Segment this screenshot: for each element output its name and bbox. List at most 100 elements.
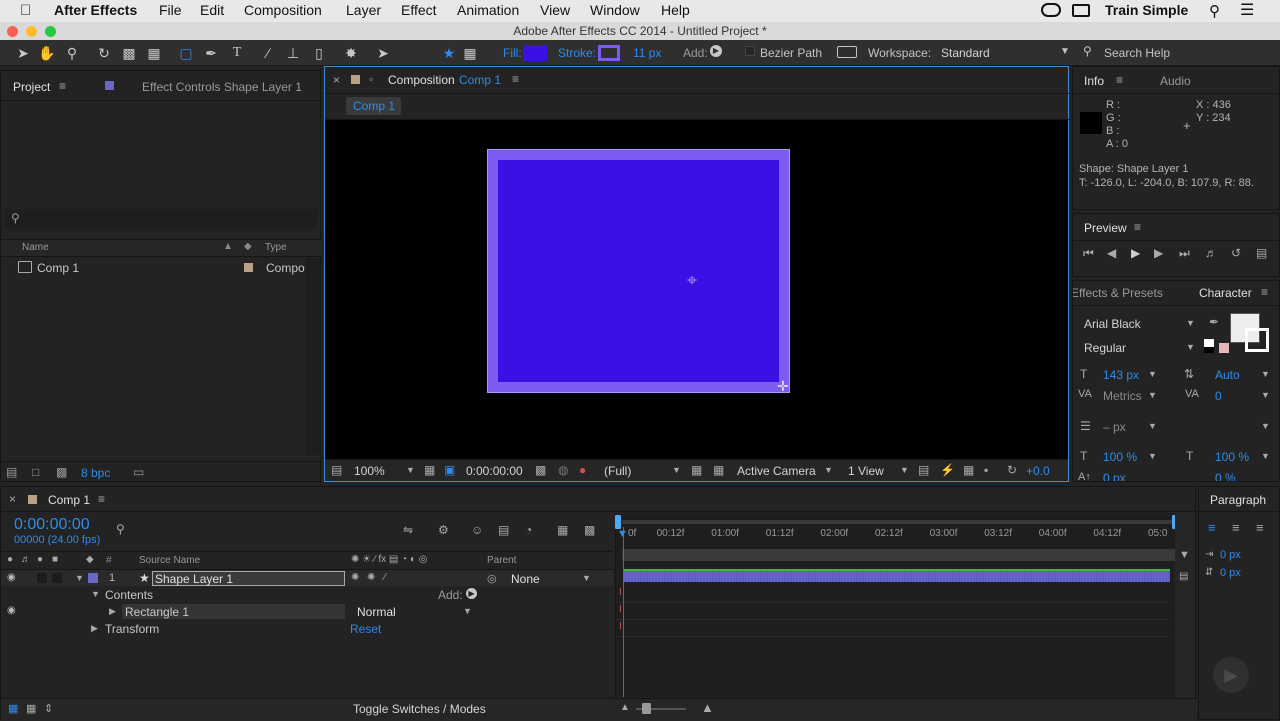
flowchart-icon[interactable]: ▪ [984, 463, 988, 477]
show-snapshot-icon[interactable]: ◍ [558, 463, 568, 477]
sort-up-icon[interactable]: ▲ [223, 241, 233, 252]
stroke-width-dropdown-icon[interactable]: ▼ [1148, 421, 1157, 431]
column-parent[interactable]: Parent [487, 555, 516, 566]
zoom-slider-handle[interactable] [642, 703, 651, 714]
stroke-swatch[interactable] [598, 45, 620, 61]
zoom-out-icon[interactable]: ▲ [620, 702, 630, 713]
tsume-value[interactable]: 0 % [1215, 471, 1236, 481]
tab-info[interactable]: Info [1084, 74, 1104, 88]
first-frame-icon[interactable]: ⏮ [1083, 246, 1094, 261]
resolution-dropdown-icon[interactable]: ▼ [672, 465, 681, 475]
resolution-select[interactable]: (Full) [604, 464, 631, 478]
comp-breadcrumb[interactable]: Comp 1 [346, 97, 401, 115]
font-family-select[interactable]: Arial Black [1084, 317, 1141, 331]
workspace-dropdown-icon[interactable]: ▼ [1060, 46, 1070, 57]
user-name[interactable]: Train Simple [1105, 2, 1188, 18]
eye-visibility-icon[interactable]: ◉ [7, 605, 16, 616]
work-area-start-handle[interactable] [615, 515, 621, 529]
leading-dropdown-icon[interactable]: ▼ [1261, 369, 1270, 379]
layer-options-icon[interactable]: ▤ [1179, 571, 1188, 582]
panel-menu-icon[interactable]: ≡ [1134, 220, 1141, 234]
add-arrow-icon[interactable]: ▶ [710, 45, 722, 57]
hand-tool-icon[interactable]: ✋ [38, 44, 56, 62]
search-help-input[interactable]: Search Help [1104, 46, 1170, 60]
label-color-swatch[interactable] [244, 263, 253, 272]
bezier-checkbox[interactable] [745, 46, 755, 56]
menu-view[interactable]: View [540, 2, 570, 18]
menu-layer[interactable]: Layer [346, 2, 381, 18]
align-center-icon[interactable]: ≡ [1232, 520, 1240, 535]
pen-tool-icon[interactable]: ✒ [202, 44, 220, 62]
expand-rectangle-icon[interactable]: ▶ [109, 606, 116, 617]
blend-mode-select[interactable]: Normal [357, 605, 396, 619]
channel-icon[interactable]: ● [579, 463, 586, 477]
type-tool-icon[interactable]: T [228, 44, 246, 62]
font-style-select[interactable]: Regular [1084, 341, 1126, 355]
solo-checkbox[interactable] [37, 573, 47, 583]
shy-layers-icon[interactable]: ☺ [471, 523, 483, 537]
kerning-value[interactable]: Metrics [1103, 389, 1142, 403]
rotation-tool-icon[interactable]: ↻ [95, 44, 113, 62]
current-time-display[interactable]: 0:00:00:00 [466, 464, 523, 478]
hscale-dropdown-icon[interactable]: ▼ [1261, 451, 1270, 461]
loop-icon[interactable]: ↺ [1231, 246, 1241, 260]
last-frame-icon[interactable]: ⏭ [1179, 246, 1190, 261]
next-frame-icon[interactable]: ▶ [1154, 246, 1163, 260]
always-preview-icon[interactable]: ▤ [331, 463, 342, 477]
rectangle-group-field[interactable]: Rectangle 1 [122, 604, 345, 619]
panel-menu-icon[interactable]: ≡ [512, 72, 519, 86]
camera-view-select[interactable]: Active Camera [737, 464, 816, 478]
transparency-grid-icon[interactable]: ▦ [713, 463, 724, 477]
expand-contents-icon[interactable]: ▼ [91, 589, 100, 599]
composition-viewer[interactable]: ⌖ ✛ [325, 120, 1068, 459]
stroke-color-swatch[interactable] [1245, 328, 1269, 352]
indent-left-value[interactable]: 0 px [1220, 549, 1241, 561]
play-icon[interactable]: ▶ [1131, 246, 1140, 260]
stroke-style-dropdown-icon[interactable]: ▼ [1261, 421, 1270, 431]
menu-animation[interactable]: Animation [457, 2, 519, 18]
solo-toggle-icon[interactable]: ● [37, 554, 43, 565]
parent-dropdown-icon[interactable]: ▼ [582, 573, 591, 583]
ram-preview-icon[interactable]: ▤ [1256, 246, 1267, 260]
new-folder-icon[interactable]: □ [32, 465, 39, 479]
selection-tool-icon[interactable]: ➤ [14, 44, 32, 62]
view-layout-dropdown-icon[interactable]: ▼ [900, 465, 909, 475]
apple-icon[interactable]:  [20, 2, 31, 19]
eye-visibility-icon[interactable]: ◉ [7, 572, 16, 583]
panel-menu-icon[interactable]: ≡ [59, 79, 66, 93]
align-left-icon[interactable]: ≡ [1208, 520, 1216, 535]
horizontal-scale-value[interactable]: 100 % [1215, 450, 1249, 464]
mask-toggle-icon[interactable]: ▦ [461, 44, 479, 62]
current-time-indicator[interactable] [623, 527, 624, 697]
panel-menu-icon[interactable]: ≡ [1116, 73, 1123, 87]
timeline-icon[interactable]: ▦ [963, 463, 974, 477]
size-dropdown-icon[interactable]: ▼ [1148, 369, 1157, 379]
pick-whip-icon[interactable]: ◎ [487, 572, 497, 585]
rectangle-tool-icon[interactable]: ▢ [177, 44, 195, 62]
collapse-transform-icon[interactable]: ✺ [351, 572, 359, 583]
tab-character[interactable]: Character [1199, 286, 1252, 300]
transform-reset-link[interactable]: Reset [350, 622, 381, 636]
font-size-value[interactable]: 143 px [1103, 368, 1139, 382]
app-menu[interactable]: After Effects [54, 2, 137, 18]
vertical-scale-value[interactable]: 100 % [1103, 450, 1137, 464]
pan-behind-tool-icon[interactable]: ▦ [145, 44, 163, 62]
add-content-arrow-icon[interactable]: ▶ [466, 588, 477, 599]
close-tab-icon[interactable]: × [9, 492, 16, 506]
project-scrollbar[interactable] [306, 259, 320, 455]
menu-help[interactable]: Help [661, 2, 690, 18]
layer-label-swatch[interactable] [88, 573, 98, 583]
modes-pane-icon[interactable]: ▦ [26, 702, 36, 715]
comp-marker-icon[interactable]: ▼ [1179, 549, 1190, 561]
interpret-footage-icon[interactable]: ▤ [6, 465, 17, 479]
stroke-width-value[interactable]: 11 px [633, 46, 661, 60]
expand-transform-icon[interactable]: ▶ [91, 623, 98, 634]
toggle-pixel-aspect-icon[interactable]: ▤ [918, 463, 929, 477]
space-before-value[interactable]: 0 px [1220, 567, 1241, 579]
kerning-dropdown-icon[interactable]: ▼ [1148, 390, 1157, 400]
blend-mode-dropdown-icon[interactable]: ▼ [463, 606, 472, 616]
eraser-tool-icon[interactable]: ▯ [310, 44, 328, 62]
roto-brush-tool-icon[interactable]: ✸ [342, 44, 360, 62]
no-color-swatch[interactable] [1219, 343, 1229, 353]
mask-visibility-icon[interactable]: ▣ [444, 463, 455, 477]
